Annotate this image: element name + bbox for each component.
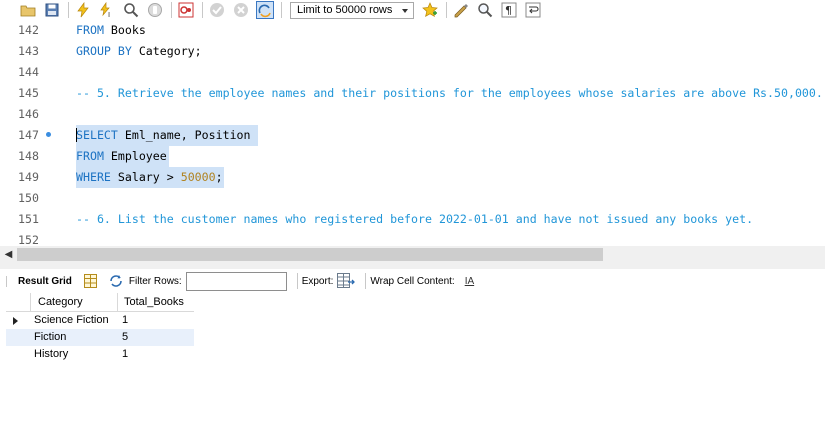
code-comment: -- 5. Retrieve the employee names and th… — [76, 86, 823, 100]
toolbar-divider — [171, 2, 172, 18]
grid-layout-icon[interactable] — [83, 274, 97, 288]
code-line: 151 -- 6. List the customer names who re… — [0, 209, 825, 230]
rollback-icon[interactable] — [231, 1, 251, 19]
text-caret — [76, 128, 77, 142]
toolbar-divider — [281, 2, 282, 18]
toolbar-divider — [446, 2, 447, 18]
sql-editor[interactable]: 142 FROM Books 143 GROUP BY Category; 14… — [0, 20, 825, 246]
code-comment: -- 6. List the customer names who regist… — [76, 212, 754, 226]
code-line: 149 WHERE Salary > 50000; — [0, 167, 825, 188]
code-line: 146 — [0, 104, 825, 125]
column-header-total-books[interactable]: Total_Books — [124, 296, 184, 308]
autocommit-icon[interactable] — [255, 1, 275, 19]
line-number: 145 — [18, 86, 39, 100]
current-statement-marker — [46, 132, 51, 137]
table-row[interactable]: History 1 — [6, 346, 194, 363]
code-line: 150 — [0, 188, 825, 209]
toggle-errors-icon[interactable] — [176, 1, 196, 19]
cell-category[interactable]: Science Fiction — [34, 314, 109, 326]
code-line: 144 — [0, 62, 825, 83]
commit-icon[interactable] — [207, 1, 227, 19]
column-header-category[interactable]: Category — [38, 296, 83, 308]
open-folder-icon[interactable] — [18, 1, 38, 19]
refresh-icon[interactable] — [109, 274, 123, 288]
toolbar-divider — [68, 2, 69, 18]
svg-text:I: I — [108, 11, 110, 18]
column-divider — [30, 293, 31, 312]
export-icon[interactable] — [337, 273, 356, 289]
line-number: 143 — [18, 44, 39, 58]
line-number: 149 — [18, 170, 39, 184]
sql-editor-toolbar: I Limit to 50000 rows ¶ — [0, 0, 825, 20]
result-grid[interactable]: Category Total_Books Science Fiction 1 F… — [6, 293, 194, 363]
toolbar-divider — [296, 273, 298, 289]
explain-icon[interactable] — [121, 1, 141, 19]
cell-total-books[interactable]: 5 — [122, 331, 128, 343]
svg-text:¶: ¶ — [505, 4, 512, 17]
result-grid-tab[interactable]: Result Grid — [6, 275, 78, 287]
code-line: 152 — [0, 230, 825, 246]
result-toolbar: Result Grid Filter Rows: Export: Wrap Ce… — [0, 269, 825, 293]
wrap-icon[interactable] — [523, 1, 543, 19]
code-text: FROM Employee — [76, 149, 167, 163]
bookmark-icon[interactable] — [420, 1, 440, 19]
horizontal-scrollbar[interactable]: ◀ — [0, 246, 825, 263]
chevron-down-icon — [402, 8, 408, 13]
code-line-current: 147 SELECT Eml_name, Position — [0, 125, 825, 146]
code-line: 145 -- 5. Retrieve the employee names an… — [0, 83, 825, 104]
code-text: WHERE Salary > 50000; — [76, 170, 223, 184]
beautify-icon[interactable] — [451, 1, 471, 19]
save-icon[interactable] — [42, 1, 62, 19]
line-number: 151 — [18, 212, 39, 226]
toolbar-divider — [202, 2, 203, 18]
code-line: 143 GROUP BY Category; — [0, 41, 825, 62]
scrollbar-thumb[interactable] — [17, 248, 603, 261]
invisible-chars-icon[interactable]: ¶ — [499, 1, 519, 19]
cell-total-books[interactable]: 1 — [122, 348, 128, 360]
filter-rows-input[interactable] — [185, 271, 287, 291]
line-number: 150 — [18, 191, 39, 205]
limit-rows-select[interactable]: Limit to 50000 rows — [290, 1, 414, 19]
grid-header-row: Category Total_Books — [6, 293, 194, 312]
filter-rows-label: Filter Rows: — [128, 275, 182, 287]
code-text: FROM Books — [76, 23, 146, 37]
wrap-cell-content-label: Wrap Cell Content: — [370, 275, 455, 287]
line-number: 152 — [18, 233, 39, 246]
export-label: Export: — [301, 275, 334, 287]
line-number: 146 — [18, 107, 39, 121]
table-row[interactable]: Fiction 5 — [6, 329, 194, 346]
find-icon[interactable] — [475, 1, 495, 19]
toolbar-divider — [365, 273, 367, 289]
column-divider — [117, 293, 118, 312]
line-number: 142 — [18, 23, 39, 37]
cell-total-books[interactable]: 1 — [122, 314, 128, 326]
cell-category[interactable]: History — [34, 348, 68, 360]
line-number: 144 — [18, 65, 39, 79]
execute-icon[interactable] — [73, 1, 93, 19]
execute-current-icon[interactable]: I — [97, 1, 117, 19]
current-row-arrow-icon — [13, 317, 18, 325]
limit-rows-label: Limit to 50000 rows — [297, 4, 393, 16]
line-number: 148 — [18, 149, 39, 163]
code-text: SELECT Eml_name, Position — [76, 128, 251, 142]
code-text: GROUP BY Category; — [76, 44, 202, 58]
scroll-left-icon[interactable]: ◀ — [0, 246, 17, 263]
line-number: 147 — [18, 128, 39, 142]
code-line: 142 FROM Books — [0, 20, 825, 41]
code-line: 148 FROM Employee — [0, 146, 825, 167]
table-row[interactable]: Science Fiction 1 — [6, 312, 194, 329]
stop-icon[interactable] — [145, 1, 165, 19]
cell-category[interactable]: Fiction — [34, 331, 66, 343]
wrap-cell-content-icon[interactable]: IA — [465, 276, 474, 287]
